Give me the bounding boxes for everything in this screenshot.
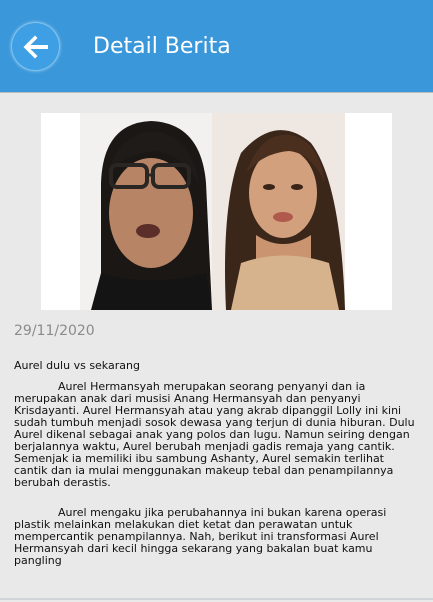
article-paragraph: Aurel mengaku jika perubahannya ini buka…	[14, 507, 418, 567]
app-bar: Detail Berita	[0, 0, 433, 93]
page-title: Detail Berita	[93, 34, 231, 59]
paragraph-text: Aurel Hermansyah merupakan seorang penya…	[14, 380, 415, 489]
article-paragraph: Aurel Hermansyah merupakan seorang penya…	[14, 381, 418, 489]
arrow-left-icon	[21, 32, 51, 62]
back-button[interactable]	[11, 22, 60, 71]
divider	[0, 598, 433, 600]
paragraph-text: Aurel mengaku jika perubahannya ini buka…	[14, 506, 387, 567]
article-image	[41, 113, 392, 310]
article-date: 29/11/2020	[14, 323, 95, 339]
image-caption: Aurel dulu vs sekarang	[14, 359, 140, 372]
